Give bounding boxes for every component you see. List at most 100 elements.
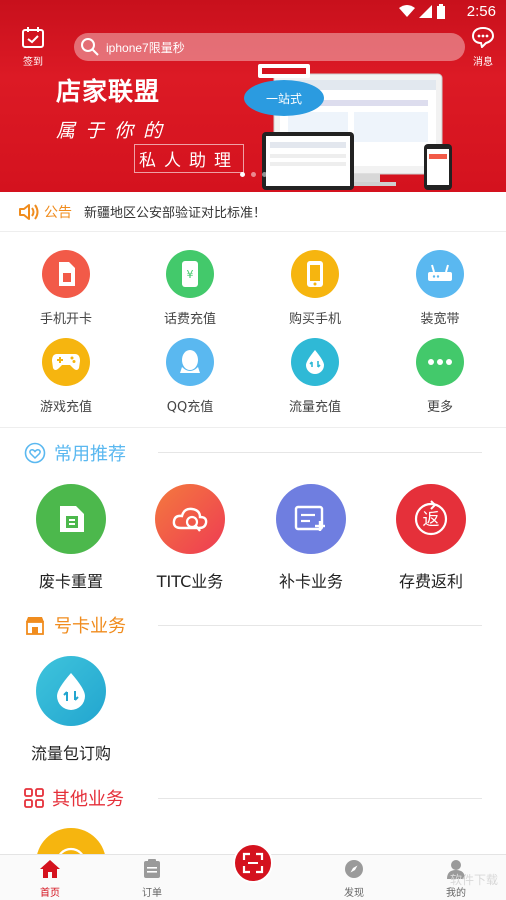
service-label: 购买手机: [288, 312, 341, 327]
service-icon-bg: [291, 250, 339, 298]
recommend-sim-reset[interactable]: 废卡重置: [8, 484, 134, 592]
svg-text:返: 返: [423, 510, 440, 530]
quick-services-grid: 手机开卡 ¥ 话费充值 购买手机 装宽带 游戏充值 QQ充值 流量充值 更多: [0, 240, 506, 426]
service-label: 话费充值: [163, 312, 216, 327]
chat-bubble-icon: [471, 26, 495, 49]
service-label: 流量充值: [288, 400, 341, 415]
rebate-icon: 返: [414, 500, 448, 536]
watermark: 软件下载: [449, 873, 498, 887]
nav-label: 发现: [344, 888, 364, 899]
recommend-label: 补卡业务: [278, 572, 343, 591]
scan-button[interactable]: [233, 843, 273, 883]
service-label: 手机开卡: [39, 312, 92, 327]
recommend-rebate[interactable]: 返 存费返利: [368, 484, 494, 592]
section-header-recommended: 常用推荐: [24, 440, 126, 466]
recommend-icon-bg: 返: [396, 484, 466, 554]
shop-icon: [26, 617, 44, 635]
banner-pagination: [240, 172, 267, 177]
divider: [0, 427, 506, 428]
notice-bar[interactable]: 公告 新疆地区公安部验证对比标准！: [0, 192, 506, 232]
calendar-check-icon: [22, 27, 44, 48]
sim-reset-icon: [60, 506, 84, 532]
service-icon-bg: [291, 338, 339, 386]
service-broadband[interactable]: 装宽带: [377, 250, 503, 327]
order-icon: [144, 859, 160, 878]
service-phone-recharge[interactable]: ¥ 话费充值: [127, 250, 253, 327]
signin-label: 签到: [23, 57, 43, 68]
service-icon-bg: [42, 338, 90, 386]
app-screen: 2:56 签到 iphone7限量秒 消息 店家联盟 属于你的 私人助理 一站式…: [0, 0, 506, 900]
number-card-icon-bg: [36, 656, 106, 726]
service-icon-bg: [416, 250, 464, 298]
section-divider-line: [158, 798, 482, 799]
heart-circle-icon: [24, 442, 46, 464]
section-divider-line: [158, 452, 482, 453]
recommend-label: TITC业务: [156, 572, 224, 591]
service-data-recharge[interactable]: 流量充值: [252, 338, 378, 415]
banner-dot[interactable]: [262, 172, 267, 177]
service-icon-bg: ¥: [166, 250, 214, 298]
banner[interactable]: 2:56 签到 iphone7限量秒 消息 店家联盟 属于你的 私人助理 一站式: [0, 0, 506, 192]
banner-slogan-line2: 私人助理: [134, 144, 244, 173]
service-more[interactable]: 更多: [377, 338, 503, 415]
search-input[interactable]: iphone7限量秒: [74, 33, 465, 61]
qq-icon: [180, 350, 200, 373]
service-label: QQ充值: [166, 400, 214, 415]
card-add-icon: [294, 505, 325, 531]
search-icon: [81, 38, 99, 56]
recommend-label: 存费返利: [398, 572, 463, 591]
signal-icon: [419, 5, 432, 18]
section-header-number-card: 号卡业务: [24, 612, 126, 638]
status-bar: 2:56: [0, 0, 506, 24]
svg-text:¥: ¥: [187, 268, 194, 281]
nav-discover[interactable]: 发现: [324, 859, 384, 899]
recommend-icon-bg: [276, 484, 346, 554]
banner-brand-title: 店家联盟: [56, 77, 161, 106]
more-icon: [428, 359, 452, 365]
recommend-icon-bg: [155, 484, 225, 554]
nav-orders[interactable]: 订单: [122, 859, 182, 899]
compass-icon: [345, 860, 363, 878]
service-icon-bg: [42, 250, 90, 298]
devices-illustration: 一站式: [244, 64, 452, 190]
recommend-titc[interactable]: TITC业务: [127, 484, 253, 592]
gamepad-icon: [52, 354, 80, 370]
mobile-phone-icon: [307, 261, 323, 287]
service-label: 装宽带: [420, 312, 460, 327]
notice-text: 新疆地区公安部验证对比标准！: [84, 206, 267, 221]
nav-label: 订单: [142, 888, 162, 899]
section-header-other: 其他业务: [24, 785, 124, 811]
service-icon-bg: [166, 338, 214, 386]
number-card-data-package[interactable]: 流量包订购: [8, 656, 134, 764]
section-divider-line: [158, 625, 482, 626]
router-icon: [428, 264, 452, 281]
service-buy-phone[interactable]: 购买手机: [252, 250, 378, 327]
service-game-recharge[interactable]: 游戏充值: [3, 338, 129, 415]
service-sim-card[interactable]: 手机开卡: [3, 250, 129, 327]
sim-card-icon: [59, 262, 75, 286]
section-title: 号卡业务: [54, 616, 126, 637]
home-icon: [40, 860, 60, 878]
battery-icon: [437, 4, 445, 19]
phone-recharge-icon: ¥: [182, 261, 198, 287]
data-package-icon: [57, 673, 85, 710]
section-title: 其他业务: [52, 789, 124, 810]
banner-slogan-line1: 属于你的: [56, 120, 173, 142]
svg-text:一站式: 一站式: [266, 92, 302, 106]
service-qq-recharge[interactable]: QQ充值: [127, 338, 253, 415]
recommend-card-replacement[interactable]: 补卡业务: [248, 484, 374, 592]
search-placeholder: iphone7限量秒: [106, 40, 185, 55]
grid-apps-icon: [24, 788, 44, 808]
nav-label: 首页: [40, 888, 60, 899]
banner-dot[interactable]: [251, 172, 256, 177]
signin-button[interactable]: 签到: [16, 26, 50, 68]
service-label: 游戏充值: [39, 400, 92, 415]
bottom-nav: 首页 订单 发现 我的 软件下载: [0, 843, 506, 900]
recommend-label: 废卡重置: [38, 572, 103, 591]
wifi-icon: [399, 5, 415, 17]
nav-home[interactable]: 首页: [20, 859, 80, 899]
cloud-search-icon: [172, 507, 208, 532]
banner-dot[interactable]: [240, 172, 245, 177]
scan-icon: [242, 852, 264, 874]
notice-label: 公告: [44, 204, 72, 221]
